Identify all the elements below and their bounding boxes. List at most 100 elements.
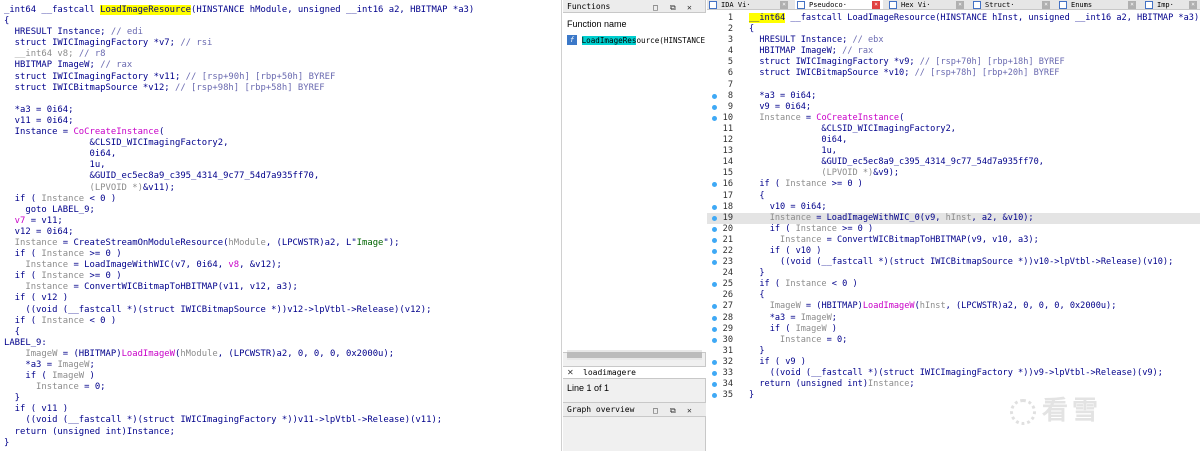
code-line[interactable]: if ( ImageW ) [4, 371, 561, 382]
code-line[interactable]: 17 { [707, 191, 1200, 202]
code-line[interactable]: { [4, 16, 561, 27]
search-input[interactable]: loadimagere [583, 367, 636, 379]
code-line[interactable]: LABEL_9: [4, 338, 561, 349]
code-line[interactable]: 10 Instance = CoCreateInstance( [707, 113, 1200, 124]
function-name-header[interactable]: Function name [563, 13, 706, 29]
code-line[interactable]: struct IWICImagingFactory *v7; // rsi [4, 38, 561, 49]
code-line[interactable]: } [4, 438, 561, 449]
tab-3[interactable]: Struct· × [971, 0, 1053, 9]
code-line[interactable]: v12 = 0i64; [4, 227, 561, 238]
code-line[interactable]: 11 &CLSID_WICImagingFactory2, [707, 124, 1200, 135]
tab-1[interactable]: Pseudoco· × [795, 0, 883, 9]
code-line[interactable]: 30 Instance = 0; [707, 335, 1200, 346]
tab-close-icon[interactable]: × [1128, 1, 1136, 9]
code-line[interactable]: Instance = ConvertWICBitmapToHBITMAP(v11… [4, 282, 561, 293]
code-line[interactable]: if ( Instance < 0 ) [4, 316, 561, 327]
breakpoint-dot-icon[interactable] [712, 237, 717, 243]
code-line[interactable]: Instance = CoCreateInstance( [4, 127, 561, 138]
code-line[interactable]: 14 &GUID_ec5ec8a9_c395_4314_9c77_54d7a93… [707, 157, 1200, 168]
right-code-view[interactable]: 1 __int64 __fastcall LoadImageResource(HI… [707, 13, 1200, 401]
tab-2[interactable]: Hex Vi· × [887, 0, 967, 9]
code-line[interactable]: HBITMAP ImageW; // rax [4, 60, 561, 71]
code-line[interactable]: 23 ((void (__fastcall *)(struct IWICBitm… [707, 257, 1200, 268]
code-line[interactable]: goto LABEL_9; [4, 205, 561, 216]
breakpoint-dot-icon[interactable] [712, 393, 717, 399]
code-line[interactable]: if ( Instance >= 0 ) [4, 271, 561, 282]
code-line[interactable]: (LPVOID *)&v11); [4, 183, 561, 194]
code-line[interactable]: 5 struct IWICImagingFactory *v9; // [rsp… [707, 57, 1200, 68]
code-line[interactable]: 12 0i64, [707, 135, 1200, 146]
code-line[interactable]: 1u, [4, 160, 561, 171]
code-line[interactable]: 1 __int64 __fastcall LoadImageResource(HI… [707, 13, 1200, 24]
code-line[interactable]: struct IWICImagingFactory *v11; // [rsp+… [4, 72, 561, 83]
scrollbar-thumb[interactable] [567, 352, 702, 358]
code-line[interactable]: 7 [707, 80, 1200, 91]
code-line[interactable]: } [4, 393, 561, 404]
code-line[interactable]: 8 *a3 = 0i64; [707, 91, 1200, 102]
code-line[interactable]: __int64 v8; // r8 [4, 49, 561, 60]
code-line[interactable]: _int64 __fastcall LoadImageResource(HINS… [4, 5, 561, 16]
code-line[interactable]: 26 { [707, 290, 1200, 301]
code-line[interactable]: 16 if ( Instance >= 0 ) [707, 179, 1200, 190]
code-line[interactable]: &GUID_ec5ec8a9_c395_4314_9c77_54d7a935ff… [4, 171, 561, 182]
right-pseudocode-pane[interactable]: IDA Vi· × Pseudoco· × Hex Vi· × Struct· × Enums ×… [707, 0, 1200, 451]
code-line[interactable]: 20 if ( Instance >= 0 ) [707, 224, 1200, 235]
breakpoint-dot-icon[interactable] [712, 304, 717, 310]
horizontal-scrollbar[interactable] [567, 350, 702, 360]
code-line[interactable]: 28 *a3 = ImageW; [707, 313, 1200, 324]
code-line[interactable]: 33 ((void (__fastcall *)(struct IWICImag… [707, 368, 1200, 379]
code-line[interactable]: 24 } [707, 268, 1200, 279]
code-line[interactable]: 22 if ( v10 ) [707, 246, 1200, 257]
breakpoint-dot-icon[interactable] [712, 115, 717, 121]
tab-0[interactable]: IDA Vi· × [707, 0, 791, 9]
breakpoint-dot-icon[interactable] [712, 104, 717, 110]
tab-close-icon[interactable]: × [1042, 1, 1050, 9]
left-pseudocode-pane[interactable]: _int64 __fastcall LoadImageResource(HINS… [0, 0, 562, 451]
code-line[interactable]: 18 v10 = 0i64; [707, 202, 1200, 213]
code-line[interactable]: if ( Instance >= 0 ) [4, 249, 561, 260]
code-line[interactable]: 27 ImageW = (HBITMAP)LoadImageW(hInst, (… [707, 301, 1200, 312]
code-line[interactable]: 3 HRESULT Instance; // ebx [707, 35, 1200, 46]
tab-close-icon[interactable]: × [872, 1, 880, 9]
code-line[interactable]: 31 } [707, 346, 1200, 357]
code-line[interactable]: Instance = CreateStreamOnModuleResource(… [4, 238, 561, 249]
code-line[interactable]: *a3 = ImageW; [4, 360, 561, 371]
code-line[interactable]: if ( v12 ) [4, 293, 561, 304]
breakpoint-dot-icon[interactable] [712, 282, 717, 288]
breakpoint-dot-icon[interactable] [712, 215, 717, 221]
code-line[interactable]: Instance = LoadImageWithWIC(v7, 0i64, v8… [4, 260, 561, 271]
function-list-item[interactable]: f LoadImageResource(HINSTANCE [567, 35, 705, 46]
code-line[interactable]: if ( v11 ) [4, 404, 561, 415]
code-line[interactable] [4, 94, 561, 105]
code-line[interactable]: 15 (LPVOID *)&v9); [707, 168, 1200, 179]
breakpoint-dot-icon[interactable] [712, 371, 717, 376]
code-line[interactable]: v7 = v11; [4, 216, 561, 227]
code-line[interactable]: HRESULT Instance; // edi [4, 27, 561, 38]
breakpoint-dot-icon[interactable] [712, 359, 717, 365]
code-line[interactable]: 25 if ( Instance < 0 ) [707, 279, 1200, 290]
tab-4[interactable]: Enums × [1057, 0, 1139, 9]
pane-close-icon[interactable]: ✕ [687, 404, 692, 418]
code-line[interactable]: { [4, 327, 561, 338]
code-line[interactable]: 9 v9 = 0i64; [707, 102, 1200, 113]
breakpoint-dot-icon[interactable] [712, 382, 717, 388]
left-code-view[interactable]: _int64 __fastcall LoadImageResource(HINS… [4, 5, 561, 449]
breakpoint-dot-icon[interactable] [712, 326, 717, 332]
code-line[interactable]: ImageW = (HBITMAP)LoadImageW(hModule, (L… [4, 349, 561, 360]
code-line[interactable]: if ( Instance < 0 ) [4, 194, 561, 205]
breakpoint-dot-icon[interactable] [712, 337, 717, 343]
pane-float-icon[interactable]: ⧉ [670, 404, 676, 418]
code-line[interactable]: 19 Instance = LoadImageWithWIC_0(v9, hIn… [707, 212, 1200, 224]
breakpoint-dot-icon[interactable] [712, 315, 717, 321]
breakpoint-dot-icon[interactable] [712, 226, 717, 232]
code-line[interactable]: 2{ [707, 24, 1200, 35]
code-line[interactable]: *a3 = 0i64; [4, 105, 561, 116]
code-line[interactable]: 34 return (unsigned int)Instance; [707, 379, 1200, 390]
code-line[interactable]: 21 Instance = ConvertWICBitmapToHBITMAP(… [707, 235, 1200, 246]
breakpoint-dot-icon[interactable] [712, 182, 717, 188]
code-line[interactable]: 29 if ( ImageW ) [707, 324, 1200, 335]
clear-search-icon[interactable]: ✕ [567, 367, 574, 379]
code-line[interactable]: 4 HBITMAP ImageW; // rax [707, 46, 1200, 57]
tab-close-icon[interactable]: × [956, 1, 964, 9]
code-line[interactable]: Instance = 0; [4, 382, 561, 393]
